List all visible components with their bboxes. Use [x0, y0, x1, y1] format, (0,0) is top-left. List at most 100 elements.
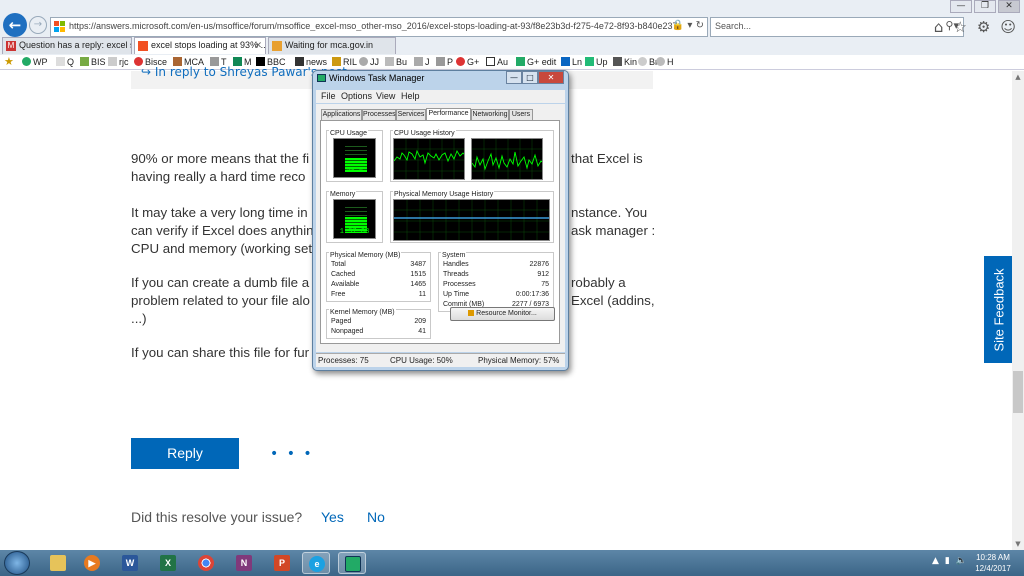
menu-options[interactable]: Options	[341, 91, 372, 101]
windows-taskbar: ▶ W X N P e ▲ ▮ 🔈 10:28 AM 12/4/2017	[0, 550, 1024, 576]
fav-item[interactable]: P	[436, 56, 453, 69]
tab-excel-stops[interactable]: excel stops loading at 93% ... ✕	[134, 37, 266, 54]
address-bar[interactable]: https://answers.microsoft.com/en-us/msof…	[50, 17, 708, 37]
tab-applications[interactable]: Applications	[321, 109, 362, 120]
paragraph-2-line-2-end: ask manager :	[571, 223, 656, 238]
fav-item[interactable]: J	[414, 56, 430, 69]
fav-item[interactable]: BIS	[80, 56, 106, 69]
smiley-icon[interactable]: ☺	[1000, 18, 1016, 36]
url-text[interactable]: https://answers.microsoft.com/en-us/msof…	[69, 21, 679, 31]
tab-networking[interactable]: Networking	[471, 109, 509, 120]
fav-item[interactable]: Bu	[385, 56, 407, 69]
taskbar-chrome[interactable]	[192, 552, 220, 574]
taskbar-word[interactable]: W	[116, 552, 144, 574]
window-controls: — ❐ ✕	[950, 0, 1020, 14]
favorites-star-icon[interactable]: ☆	[953, 18, 966, 36]
tab-users[interactable]: Users	[509, 109, 533, 120]
fav-item[interactable]: rjc	[108, 56, 129, 69]
memory-label: Memory	[329, 191, 357, 198]
reply-button[interactable]: Reply	[131, 438, 239, 469]
tab-mca[interactable]: Waiting for mca.gov.in	[268, 37, 396, 54]
site-feedback-button[interactable]: Site Feedback	[984, 256, 1013, 363]
yes-link[interactable]: Yes	[321, 509, 344, 525]
tab-label: excel stops loading at 93% ...	[151, 40, 266, 50]
fav-item[interactable]: WP	[22, 56, 48, 69]
kernel-memory-title: Kernel Memory (MB)	[329, 309, 396, 316]
menu-view[interactable]: View	[376, 91, 395, 101]
fav-item[interactable]: G+ edit	[516, 56, 556, 69]
maximize-icon[interactable]: □	[522, 71, 538, 84]
taskbar-task-manager[interactable]	[338, 552, 366, 574]
excel-icon: X	[160, 555, 176, 571]
cpu-history-chart-1	[394, 139, 464, 179]
resource-monitor-button[interactable]: Resource Monitor...	[450, 307, 555, 321]
fav-item[interactable]: JJ	[359, 56, 379, 69]
stat-row: Processes 75	[443, 281, 549, 288]
taskbar-explorer[interactable]	[44, 552, 72, 574]
stat-row: Total 3487	[331, 261, 426, 268]
taskbar-excel[interactable]: X	[154, 552, 182, 574]
scroll-thumb[interactable]	[1013, 371, 1023, 413]
tab-performance[interactable]: Performance	[426, 108, 471, 120]
taskbar-powerpoint[interactable]: P	[268, 552, 296, 574]
network-icon[interactable]: ▮	[945, 556, 950, 566]
close-tab-icon[interactable]: ✕	[254, 38, 262, 53]
task-manager-title: Windows Task Manager	[317, 73, 424, 83]
fav-item[interactable]: Up	[585, 56, 608, 69]
scroll-up-icon[interactable]: ▲	[1012, 71, 1024, 83]
memory-history-label: Physical Memory Usage History	[393, 191, 495, 198]
fav-item[interactable]: H	[656, 56, 674, 69]
fav-item[interactable]: G+	[456, 56, 479, 69]
cpu-usage-gauge: 50 %	[333, 138, 376, 178]
menu-file[interactable]: File	[321, 91, 336, 101]
system-tray: ▲ ▮ 🔈	[932, 556, 967, 566]
status-processes: Processes: 75	[318, 356, 369, 365]
scroll-down-icon[interactable]: ▼	[1012, 538, 1024, 550]
favorites-star-icon[interactable]: ★	[4, 56, 14, 69]
menu-help[interactable]: Help	[401, 91, 420, 101]
task-manager-status-bar: Processes: 75 CPU Usage: 50% Physical Me…	[316, 353, 565, 367]
fav-item[interactable]: Br	[638, 56, 658, 69]
taskbar-media[interactable]: ▶	[78, 552, 106, 574]
tab-processes[interactable]: Processes	[362, 109, 396, 120]
paragraph-3-line-2-end: Excel (addins,	[571, 293, 655, 308]
microsoft-logo-icon	[138, 41, 148, 51]
more-options-icon[interactable]: • • •	[270, 446, 314, 462]
gmail-icon: M	[6, 41, 16, 51]
taskbar-ie[interactable]: e	[302, 552, 330, 574]
restore-icon[interactable]: ❐	[974, 0, 996, 13]
volume-icon[interactable]: 🔈	[956, 556, 967, 566]
minimize-icon[interactable]: —	[506, 71, 522, 84]
taskbar-clock[interactable]: 10:28 AM 12/4/2017	[970, 552, 1016, 574]
microsoft-logo-icon	[54, 21, 66, 33]
cpu-usage-label: CPU Usage	[329, 130, 368, 137]
site-feedback-label: Site Feedback	[991, 267, 1006, 352]
minimize-icon[interactable]: —	[950, 0, 972, 13]
no-link[interactable]: No	[367, 509, 385, 525]
fav-item[interactable]: Au	[486, 56, 508, 69]
close-icon[interactable]: ✕	[998, 0, 1020, 13]
tray-expand-icon[interactable]: ▲	[932, 556, 939, 566]
stat-row: Paged 209	[331, 318, 426, 325]
search-box[interactable]: Search... ⚲▾	[710, 17, 964, 37]
taskbar-onenote[interactable]: N	[230, 552, 258, 574]
home-icon[interactable]: ⌂	[934, 18, 944, 36]
system-title: System	[441, 252, 467, 259]
performance-panel: CPU Usage 50 % CPU Usage History Memory …	[320, 120, 560, 344]
forward-button[interactable]: →	[29, 16, 47, 34]
tab-services[interactable]: Services	[396, 109, 426, 120]
stat-row: Nonpaged 41	[331, 328, 426, 335]
search-placeholder[interactable]: Search...	[715, 21, 751, 31]
start-button[interactable]	[4, 551, 30, 575]
word-icon: W	[122, 555, 138, 571]
fav-item[interactable]: Ln	[561, 56, 582, 69]
address-tools-icon[interactable]: 🔒 ▾ ↻	[672, 20, 704, 31]
settings-gear-icon[interactable]: ⚙	[977, 18, 990, 36]
back-button[interactable]: ←	[3, 13, 27, 37]
fav-item[interactable]: Kin	[613, 56, 637, 69]
page-scrollbar[interactable]: ▲ ▼	[1012, 71, 1024, 550]
close-icon[interactable]: ✕	[538, 71, 564, 84]
tab-question-reply[interactable]: M Question has a reply: excel sto...	[2, 37, 132, 54]
onenote-icon: N	[236, 555, 252, 571]
fav-item[interactable]: Q	[56, 56, 74, 69]
